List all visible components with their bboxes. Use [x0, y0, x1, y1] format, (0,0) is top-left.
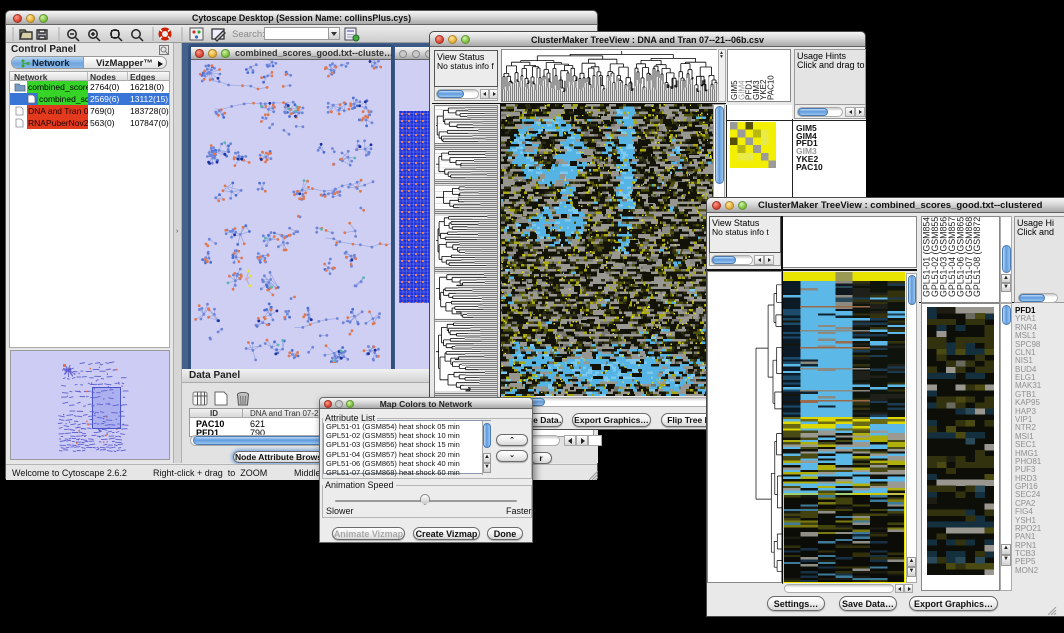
- svg-text:PAC10: PAC10: [767, 75, 776, 100]
- svg-text:GPL51-08 (GSM872): GPL51-08 (GSM872): [972, 217, 982, 297]
